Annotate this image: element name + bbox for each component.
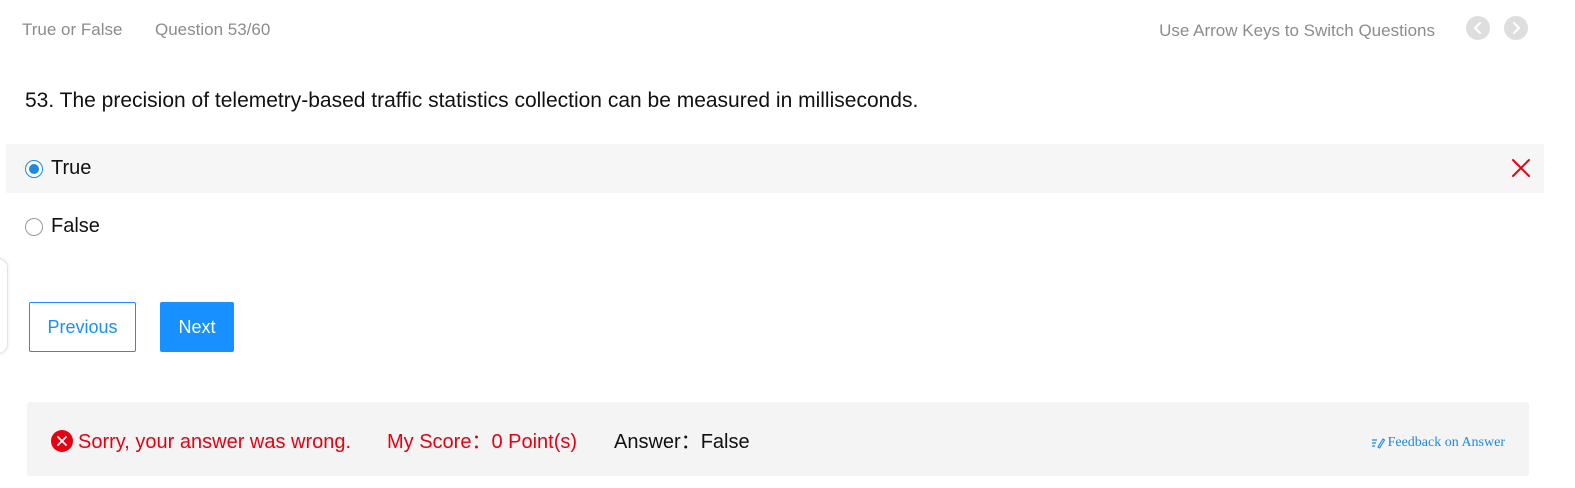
next-question-button[interactable] [1504,16,1528,40]
score-label: My Score： [387,431,492,453]
radio-false[interactable] [25,217,43,236]
previous-button[interactable]: Previous [29,302,136,352]
answer-value: False [700,431,750,453]
next-button[interactable]: Next [160,302,234,352]
chevron-right-icon [1513,22,1520,34]
result-message: Sorry, your answer was wrong. [78,431,352,453]
answer-label: Answer： [614,431,701,453]
quiz-header: True or False Question 53/60 Use Arrow K… [0,0,1575,60]
question-text: 53. The precision of telemetry-based tra… [25,89,919,112]
radio-true[interactable] [25,159,43,178]
chevron-left-icon [1474,22,1481,34]
feedback-link[interactable]: Feedback on Answer [1371,434,1505,452]
arrow-keys-hint: Use Arrow Keys to Switch Questions [1159,21,1435,40]
side-panel-tab[interactable] [0,258,8,354]
question-type-label: True or False [22,20,123,39]
feedback-label: Feedback on Answer [1387,435,1505,450]
edit-feedback-icon [1371,438,1385,449]
score-display: My Score：0 Point(s) [387,430,577,454]
previous-question-button[interactable] [1466,16,1490,40]
option-true[interactable]: True [6,144,1544,193]
error-circle-icon [51,430,73,452]
correct-answer: Answer：False [614,430,750,454]
option-false[interactable]: False [6,202,1544,251]
option-false-label: False [51,215,100,237]
wrong-x-icon [1512,159,1530,177]
score-value: 0 Point(s) [491,431,578,453]
option-true-label: True [51,157,92,179]
result-panel: Sorry, your answer was wrong. My Score：0… [27,402,1529,476]
question-progress: Question 53/60 [155,20,271,39]
